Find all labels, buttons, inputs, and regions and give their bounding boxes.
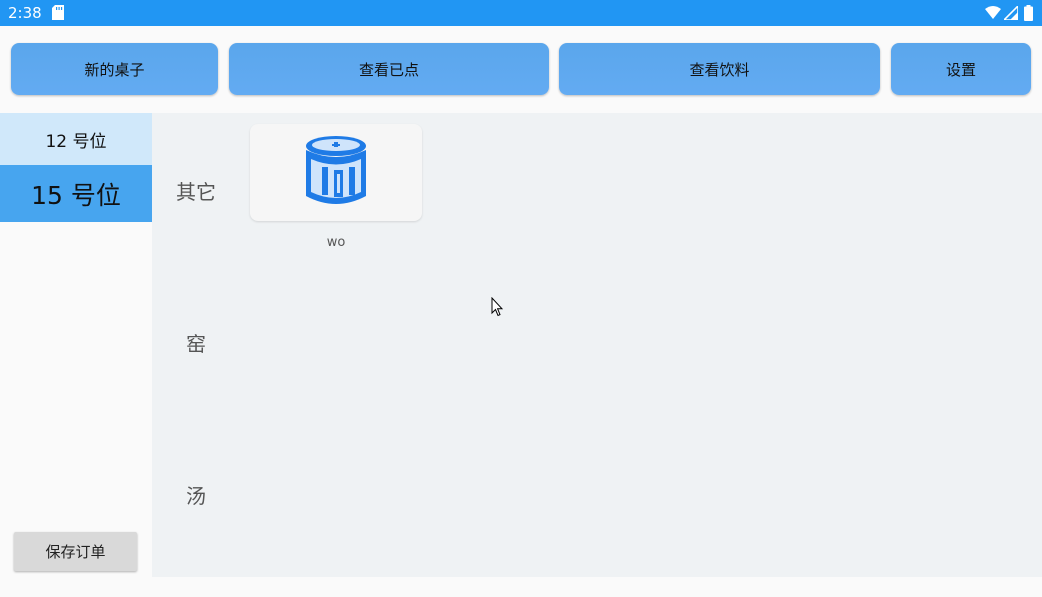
category-other[interactable]: 其它 (172, 176, 220, 205)
dish-name: wo (326, 235, 346, 250)
canister-icon (306, 136, 366, 204)
wifi-icon (985, 6, 1001, 19)
settings-button[interactable]: 设置 (891, 43, 1031, 95)
mouse-cursor-icon (491, 297, 503, 317)
signal-icon (1004, 6, 1018, 20)
status-time: 2:38 (8, 4, 42, 22)
menu-panel: 其它 窑 汤 wo (152, 113, 1042, 577)
category-kiln[interactable]: 窑 (172, 328, 220, 357)
view-drinks-button[interactable]: 查看饮料 (559, 43, 880, 95)
table-sidebar: 12 号位 15 号位 保存订单 (0, 113, 152, 577)
status-bar: 2:38 (0, 0, 1042, 26)
battery-icon (1024, 5, 1033, 21)
sd-card-icon (52, 5, 64, 20)
table-item-12[interactable]: 12 号位 (0, 113, 152, 165)
view-ordered-button[interactable]: 查看已点 (229, 43, 549, 95)
new-table-button[interactable]: 新的桌子 (11, 43, 218, 95)
table-item-15-selected[interactable]: 15 号位 (0, 165, 152, 222)
category-soup[interactable]: 汤 (172, 480, 220, 509)
dish-card[interactable] (250, 124, 422, 221)
save-order-button[interactable]: 保存订单 (14, 532, 137, 571)
